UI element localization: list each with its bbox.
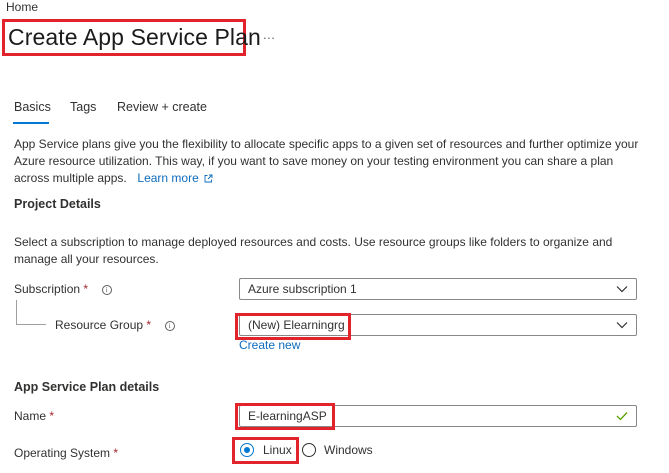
create-new-link[interactable]: Create new — [239, 338, 300, 352]
required-marker: * — [49, 409, 55, 423]
required-marker: * — [113, 446, 119, 460]
required-marker: * — [146, 318, 152, 332]
project-description: Select a subscription to manage deployed… — [14, 235, 613, 266]
subscription-select[interactable]: Azure subscription 1 — [239, 278, 637, 300]
name-label-text: Name — [14, 409, 47, 423]
tab-tags[interactable]: Tags — [70, 100, 96, 114]
info-icon[interactable]: i — [101, 285, 112, 295]
info-icon[interactable]: i — [164, 321, 175, 331]
os-highlight-box — [232, 437, 299, 464]
radio-windows-label[interactable]: Windows — [324, 443, 373, 457]
breadcrumb-home[interactable]: Home — [6, 0, 38, 14]
plan-details-heading: App Service Plan details — [14, 380, 160, 394]
radio-windows[interactable] — [302, 443, 316, 457]
tab-basics-indicator — [13, 122, 49, 124]
learn-more-link[interactable]: Learn more — [137, 171, 198, 185]
ellipsis-icon[interactable]: ... — [263, 27, 275, 42]
name-label: Name * — [14, 409, 54, 423]
tree-connector — [16, 300, 46, 325]
intro-description: App Service plans give you the flexibili… — [14, 136, 649, 187]
resource-group-label-text: Resource Group — [55, 318, 144, 332]
subscription-value: Azure subscription 1 — [248, 282, 357, 296]
page-title: Create App Service Plan — [8, 24, 261, 50]
resource-group-label: Resource Group * i — [55, 318, 175, 332]
os-label: Operating System * — [14, 446, 118, 460]
chevron-down-icon — [616, 286, 628, 293]
project-details-heading: Project Details — [14, 197, 101, 211]
tab-basics[interactable]: Basics — [14, 100, 51, 114]
intro-text: App Service plans give you the flexibili… — [14, 137, 639, 185]
os-label-text: Operating System — [14, 446, 111, 460]
tab-review-create[interactable]: Review + create — [117, 100, 207, 114]
subscription-label: Subscription * i — [14, 282, 112, 296]
external-link-icon — [204, 174, 213, 183]
resource-group-highlight-box — [235, 313, 351, 340]
name-highlight-box — [235, 403, 335, 430]
subscription-label-text: Subscription — [14, 282, 81, 296]
checkmark-icon — [616, 412, 628, 421]
chevron-down-icon — [616, 322, 628, 329]
required-marker: * — [83, 282, 89, 296]
